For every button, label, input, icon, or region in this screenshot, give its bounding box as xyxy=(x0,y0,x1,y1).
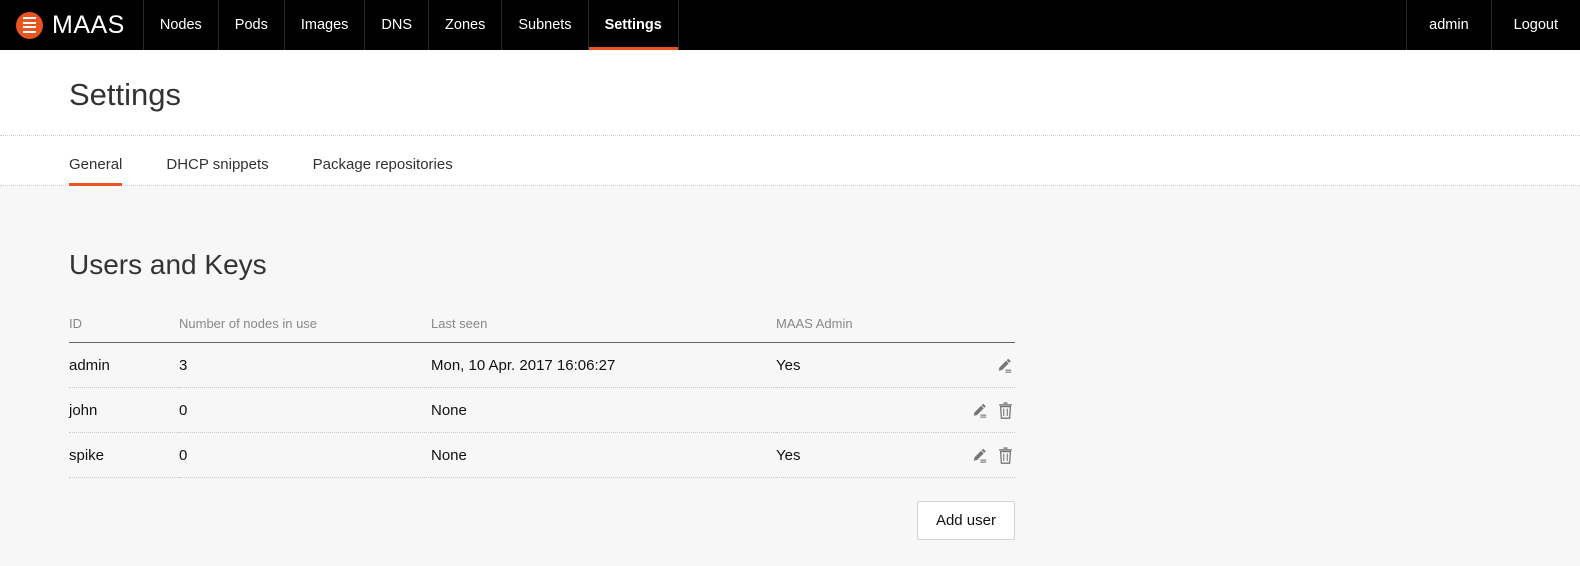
nav-item-zones[interactable]: Zones xyxy=(429,0,503,50)
cell-user-id: admin xyxy=(69,342,179,388)
cell-last-seen: None xyxy=(431,387,776,433)
brand-name: MAAS xyxy=(52,10,125,39)
column-header-maas-admin: MAAS Admin xyxy=(776,315,936,343)
cell-maas-admin xyxy=(776,387,936,433)
nav-item-dns[interactable]: DNS xyxy=(365,0,430,50)
trash-icon[interactable] xyxy=(998,447,1013,464)
table-header-row: ID Number of nodes in use Last seen MAAS… xyxy=(69,315,1015,343)
cell-user-id: john xyxy=(69,387,179,433)
nav-item-label: Settings xyxy=(604,17,662,33)
account-label: admin xyxy=(1429,17,1469,33)
main-content: Users and Keys ID Number of nodes in use… xyxy=(0,186,1580,566)
nav-item-settings[interactable]: Settings xyxy=(588,0,679,50)
cell-user-id: spike xyxy=(69,432,179,478)
trash-icon[interactable] xyxy=(998,402,1013,419)
column-header-id: ID xyxy=(69,315,179,343)
page-header: Settings xyxy=(0,50,1580,137)
table-row: spike 0 None Yes xyxy=(69,432,1015,478)
section-title: Users and Keys xyxy=(69,249,267,281)
nav-item-subnets[interactable]: Subnets xyxy=(502,0,589,50)
nav-item-label: Zones xyxy=(445,17,486,33)
nav-item-label: Pods xyxy=(234,17,268,33)
cell-nodes-in-use: 0 xyxy=(179,387,431,433)
column-header-actions xyxy=(936,315,1015,343)
cell-last-seen: Mon, 10 Apr. 2017 16:06:27 xyxy=(431,342,776,388)
tab-package-repositories[interactable]: Package repositories xyxy=(299,156,467,185)
cell-maas-admin: Yes xyxy=(776,342,936,388)
cell-row-actions xyxy=(936,342,1015,388)
cell-row-actions xyxy=(936,387,1015,433)
nav-item-pods[interactable]: Pods xyxy=(219,0,285,50)
cell-row-actions xyxy=(936,432,1015,478)
nav-item-label: Nodes xyxy=(159,17,202,33)
column-header-nodes: Number of nodes in use xyxy=(179,315,431,343)
table-row: john 0 None xyxy=(69,387,1015,433)
pencil-icon[interactable] xyxy=(971,402,988,419)
nav-item-images[interactable]: Images xyxy=(285,0,366,50)
cell-maas-admin: Yes xyxy=(776,432,936,478)
logout-label: Logout xyxy=(1513,17,1558,33)
users-table-head: ID Number of nodes in use Last seen MAAS… xyxy=(69,315,1015,343)
nav-item-nodes[interactable]: Nodes xyxy=(144,0,219,50)
users-table: ID Number of nodes in use Last seen MAAS… xyxy=(69,315,1015,478)
maas-circle-lines-icon xyxy=(16,11,43,39)
pencil-icon[interactable] xyxy=(996,357,1013,374)
page-title: Settings xyxy=(69,77,182,112)
tab-label: DHCP snippets xyxy=(166,156,269,174)
cell-nodes-in-use: 0 xyxy=(179,432,431,478)
table-actions-row: Add user xyxy=(69,478,1015,541)
nav-item-logout[interactable]: Logout xyxy=(1490,0,1580,50)
tab-dhcp-snippets[interactable]: DHCP snippets xyxy=(152,156,282,185)
table-row: admin 3 Mon, 10 Apr. 2017 16:06:27 Yes xyxy=(69,342,1015,388)
nav-item-label: DNS xyxy=(381,17,413,33)
nav-item-label: Subnets xyxy=(518,17,572,33)
settings-tabs: General DHCP snippets Package repositori… xyxy=(0,136,1580,187)
nav-item-label: Images xyxy=(300,17,349,33)
top-navigation-bar: MAAS Nodes Pods Images DNS Zones Subnets… xyxy=(0,0,1580,50)
secondary-nav-items: admin Logout xyxy=(1406,0,1580,50)
users-table-body: admin 3 Mon, 10 Apr. 2017 16:06:27 Yes j… xyxy=(69,342,1015,478)
nav-item-account[interactable]: admin xyxy=(1406,0,1491,50)
tab-label: General xyxy=(69,156,123,174)
brand-home-link[interactable]: MAAS xyxy=(0,0,144,50)
cell-nodes-in-use: 3 xyxy=(179,342,431,388)
tab-general[interactable]: General xyxy=(69,156,136,187)
primary-nav-items: Nodes Pods Images DNS Zones Subnets Sett… xyxy=(144,0,1406,50)
column-header-last-seen: Last seen xyxy=(431,315,776,343)
pencil-icon[interactable] xyxy=(971,447,988,464)
cell-last-seen: None xyxy=(431,432,776,478)
add-user-button[interactable]: Add user xyxy=(916,500,1015,541)
tab-label: Package repositories xyxy=(312,156,453,174)
